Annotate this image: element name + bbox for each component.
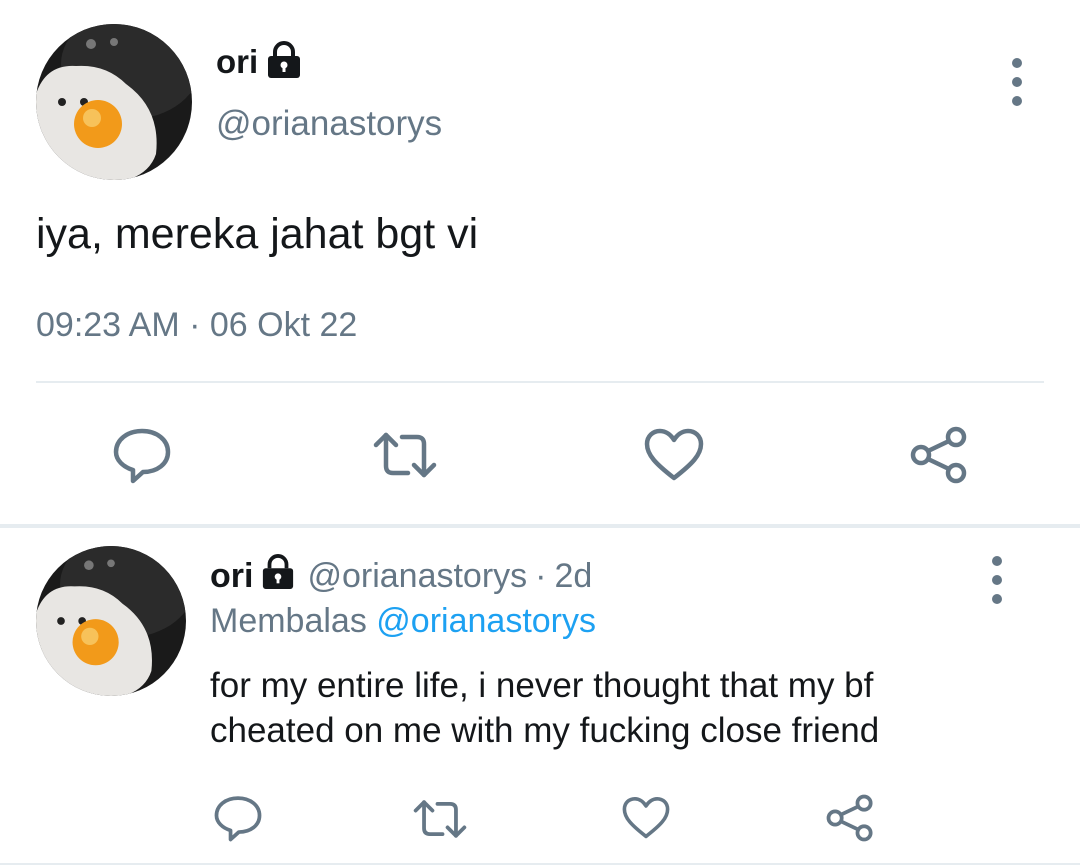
avatar[interactable] [36,546,186,696]
lock-icon [261,553,295,599]
tweet-age: 2d [554,556,593,595]
divider [36,381,1044,383]
section-divider [0,524,1080,528]
reply-icon[interactable] [113,426,171,484]
replying-to-label: Membalas [210,602,367,640]
lock-icon [266,40,302,84]
more-options-icon[interactable] [992,556,1002,604]
tweet-timestamp: 09:23 AM · 06 Okt 22 [36,306,358,344]
meta-separator: · [535,556,547,595]
display-name[interactable]: ori [210,557,253,596]
reply-text-line: cheated on me with my fucking close frie… [210,711,880,750]
avatar[interactable] [36,24,192,180]
more-options-icon[interactable] [1012,58,1022,106]
share-icon[interactable] [910,426,968,484]
user-handle[interactable]: @orianastorys [307,557,527,596]
user-handle[interactable]: @orianastorys [216,104,442,144]
replying-to-link[interactable]: @orianastorys [376,602,596,640]
retweet-icon[interactable] [412,798,468,840]
share-icon[interactable] [826,794,874,842]
retweet-icon[interactable] [372,430,438,480]
like-icon[interactable] [622,796,670,840]
reply-text-line: for my entire life, i never thought that… [210,666,874,705]
like-icon[interactable] [644,428,704,482]
tweet-text: iya, mereka jahat bgt vi [36,210,479,258]
display-name[interactable]: ori [216,43,258,81]
divider [0,863,1080,865]
reply-icon[interactable] [214,794,262,842]
